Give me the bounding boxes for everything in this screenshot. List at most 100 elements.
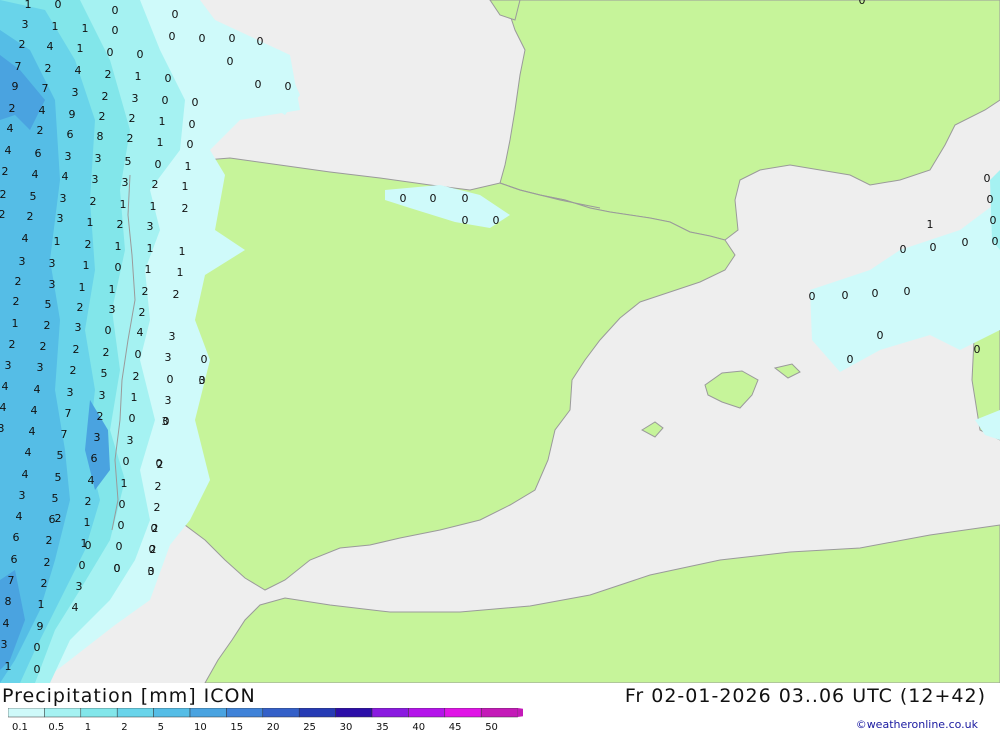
precip-value-label: 0 — [900, 243, 907, 256]
scale-label: 40 — [412, 722, 425, 732]
precip-value-label: 0 — [105, 324, 112, 337]
credit-link[interactable]: ©weatheronline.co.uk — [856, 718, 978, 731]
precip-value-label: 3 — [109, 303, 116, 316]
precip-value-label: 3 — [1, 638, 8, 651]
precip-value-label: 2 — [173, 288, 180, 301]
precip-value-label: 0 — [430, 192, 437, 205]
precip-value-label: 7 — [65, 407, 72, 420]
scale-swatch — [262, 708, 300, 718]
precip-value-label: 3 — [22, 18, 29, 31]
precip-value-label: 0 — [123, 455, 130, 468]
precip-value-label: 6 — [13, 531, 20, 544]
precip-value-label: 2 — [27, 210, 34, 223]
precip-value-label: 4 — [5, 144, 12, 157]
precip-value-label: 3 — [37, 361, 44, 374]
precip-value-label: 3 — [95, 152, 102, 165]
precip-value-label: 0 — [400, 192, 407, 205]
precip-value-label: 0 — [992, 235, 999, 248]
precip-value-label: 1 — [121, 477, 128, 490]
precip-value-label: 2 — [9, 338, 16, 351]
precip-value-label: 0 — [462, 192, 469, 205]
precip-value-label: 2 — [40, 340, 47, 353]
precip-value-label: 0 — [987, 193, 994, 206]
scale-swatch — [371, 708, 409, 718]
precip-value-label: 9 — [37, 620, 44, 633]
precip-value-label: 2 — [85, 238, 92, 251]
precip-value-label: 1 — [79, 281, 86, 294]
precip-value-label: 2 — [0, 208, 6, 221]
scale-label: 30 — [340, 722, 353, 732]
scale-label: 15 — [230, 722, 243, 732]
precip-value-label: 2 — [129, 112, 136, 125]
precip-value-label: 8 — [5, 595, 12, 608]
precip-value-label: 0 — [129, 412, 136, 425]
precip-value-label: 3 — [122, 176, 129, 189]
precip-value-label: 4 — [75, 64, 82, 77]
scale-label: 0.5 — [48, 722, 64, 732]
precip-value-label: 2 — [102, 90, 109, 103]
precip-value-label: 0 — [34, 641, 41, 654]
precip-value-label: 2 — [13, 295, 20, 308]
map-canvas: 1 0 0 0 3 1 1 0 0 0 0 0 2 4 1 0 0 0 7 2 4 2 1 0 9 7 3 2 3 0 0 0 0 2 4 9 2 2 1 0… — [0, 0, 1000, 684]
precip-value-label: 0 — [192, 96, 199, 109]
precip-value-label: 2 — [15, 275, 22, 288]
precip-value-label: 0 — [877, 329, 884, 342]
scale-label: 25 — [303, 722, 316, 732]
precip-value-label: 0 — [859, 0, 866, 7]
precip-value-label: 3 — [127, 434, 134, 447]
precip-value-label: 3 — [65, 150, 72, 163]
precip-value-label: 0 — [199, 374, 206, 387]
precip-value-label: 3 — [60, 192, 67, 205]
precip-value-label: 1 — [131, 391, 138, 404]
precip-value-label: 2 — [73, 343, 80, 356]
scale-swatch — [189, 708, 227, 718]
scale-label: 0.1 — [12, 722, 28, 732]
precip-value-label: 5 — [57, 449, 64, 462]
precip-value-label: 2 — [133, 370, 140, 383]
precip-value-label: 1 — [25, 0, 32, 11]
precip-value-label: 0 — [285, 80, 292, 93]
precip-value-label: 3 — [92, 173, 99, 186]
precip-value-label: 3 — [57, 212, 64, 225]
scale-label: 2 — [121, 722, 127, 732]
precip-value-label: 3 — [132, 92, 139, 105]
scale-swatch — [408, 708, 446, 718]
precip-value-label: 1 — [52, 20, 59, 33]
precip-value-label: 1 — [159, 115, 166, 128]
precip-value-label: 2 — [154, 501, 161, 514]
precip-value-label: 0 — [984, 172, 991, 185]
precip-value-label: 2 — [44, 319, 51, 332]
precip-value-label: 0 — [34, 663, 41, 676]
precip-value-label: 0 — [201, 353, 208, 366]
scale-label: 20 — [267, 722, 280, 732]
precip-value-label: 6 — [35, 147, 42, 160]
precip-value-label: 2 — [117, 218, 124, 231]
precip-value-label: 0 — [199, 32, 206, 45]
precip-value-label: 0 — [118, 519, 125, 532]
precip-value-label: 5 — [52, 492, 59, 505]
scale-swatch — [8, 708, 45, 718]
precip-value-label: 3 — [165, 351, 172, 364]
precip-value-label: 1 — [77, 42, 84, 55]
scale-swatch — [44, 708, 82, 718]
precip-value-label: 2 — [139, 306, 146, 319]
precip-value-label: 1 — [109, 283, 116, 296]
precip-value-label: 2 — [44, 556, 51, 569]
precip-value-label: 0 — [189, 118, 196, 131]
precip-value-label: 0 — [107, 46, 114, 59]
precip-value-label: 0 — [137, 48, 144, 61]
scale-swatch — [226, 708, 264, 718]
precip-value-label: 0 — [79, 559, 86, 572]
map-title: Precipitation [mm] ICON — [2, 685, 256, 707]
precip-value-label: 3 — [165, 394, 172, 407]
precip-value-label: 0 — [162, 94, 169, 107]
precip-value-label: 2 — [0, 188, 7, 201]
precip-value-label: 0 — [229, 32, 236, 45]
precip-value-label: 1 — [38, 598, 45, 611]
scale-label: 10 — [194, 722, 207, 732]
precip-value-label: 3 — [5, 359, 12, 372]
precip-value-label: 3 — [169, 330, 176, 343]
precip-value-label: 2 — [105, 68, 112, 81]
precip-value-label: 0 — [85, 539, 92, 552]
precip-value-label: 0 — [842, 289, 849, 302]
